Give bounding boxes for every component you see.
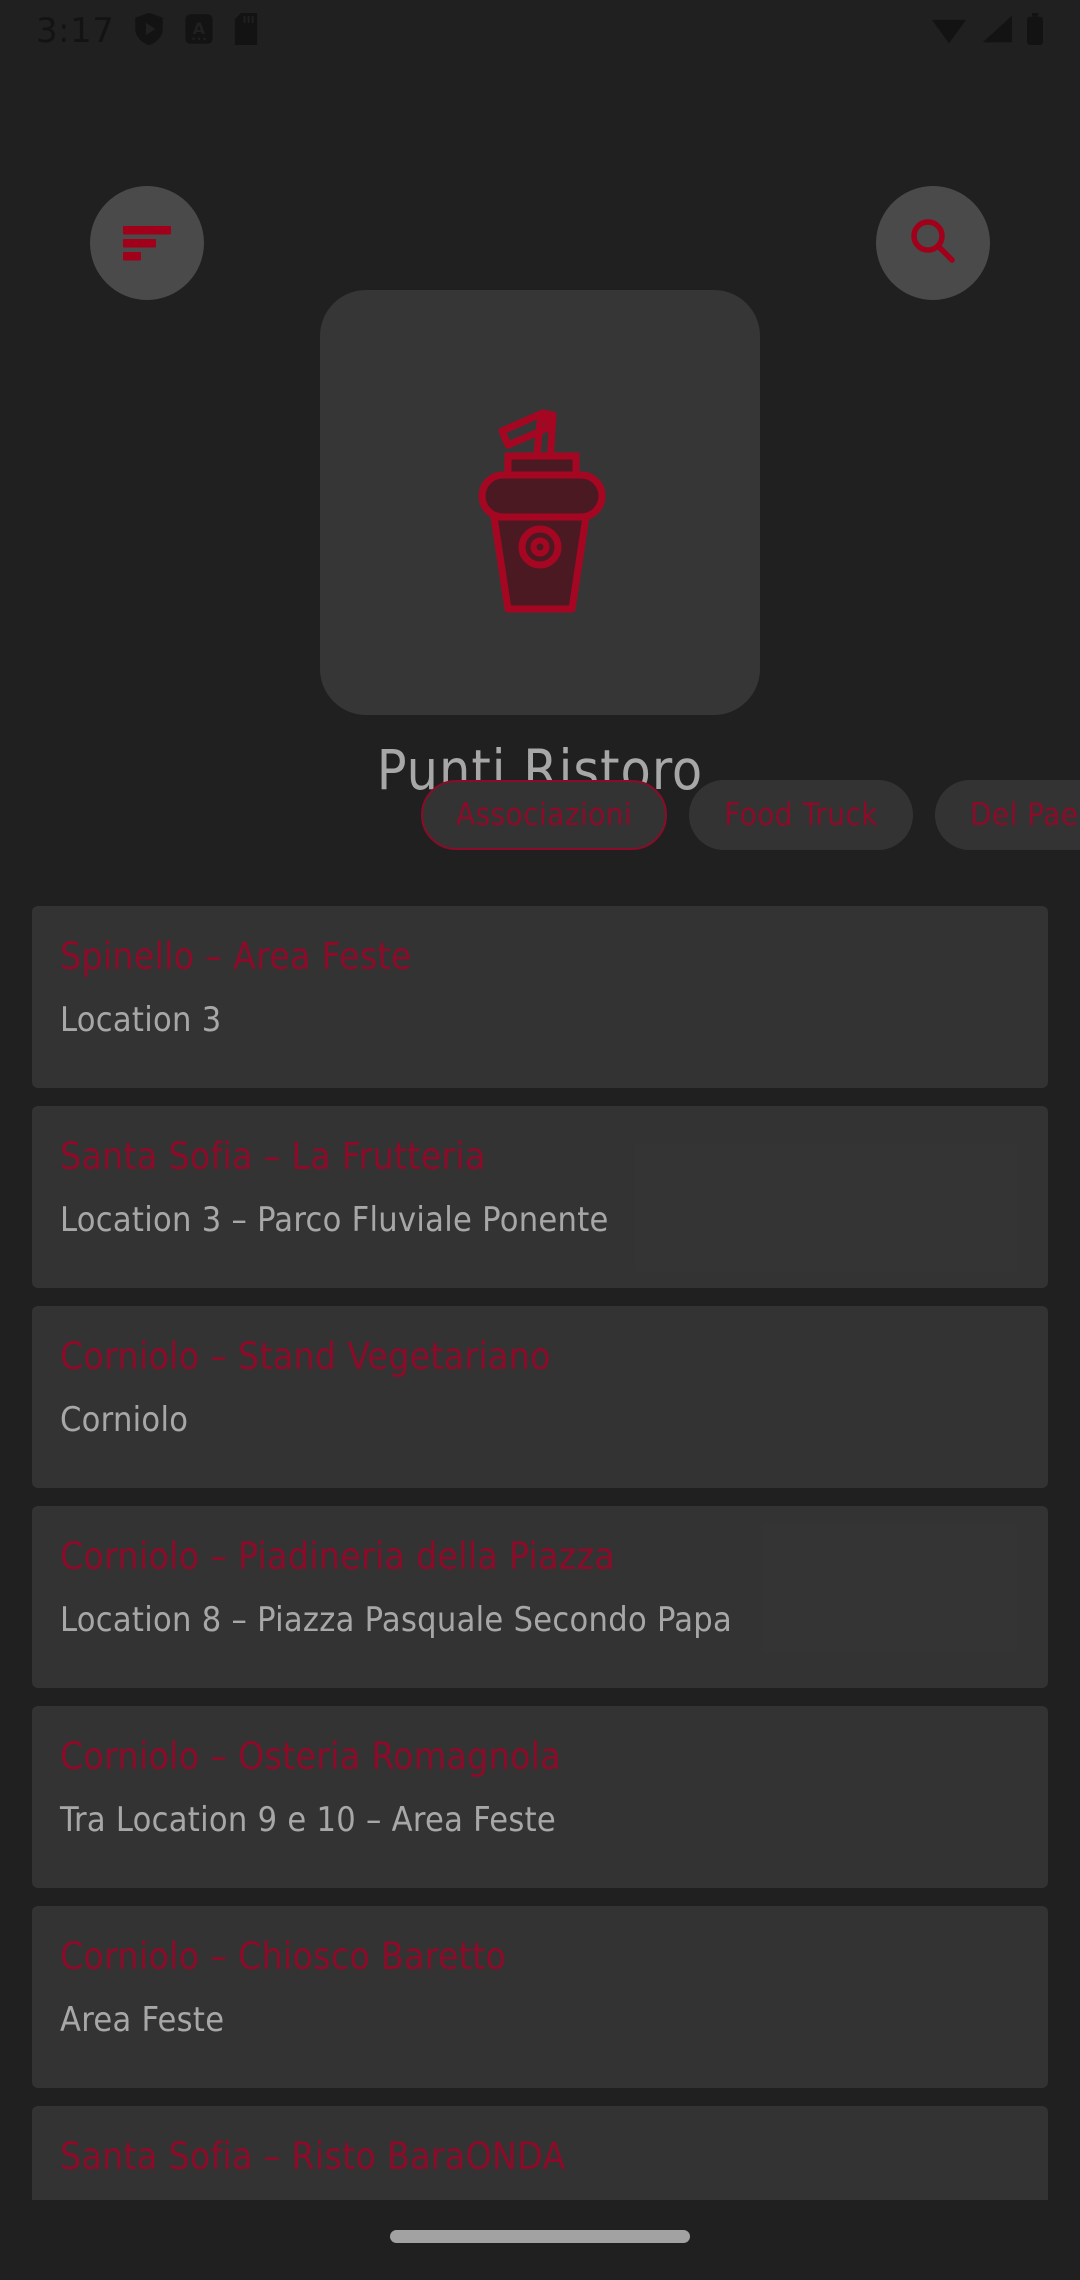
venue-name: Spinello – Area Feste <box>60 935 412 978</box>
venue-name: Santa Sofia – La Frutteria <box>60 1135 486 1178</box>
status-bar-clock: 3:17 <box>36 11 115 51</box>
venue-name: Corniolo – Stand Vegetariano <box>60 1335 551 1378</box>
category-chip-row[interactable]: Associazioni Food Truck Del Paese <box>0 779 1080 851</box>
svg-text:A: A <box>193 19 206 38</box>
status-bar: 3:17 A <box>0 0 1080 62</box>
cellular-signal-icon <box>980 14 1012 48</box>
venue-name: Corniolo – Osteria Romagnola <box>60 1735 561 1778</box>
venue-location: Area Feste <box>60 1999 225 2040</box>
battery-icon <box>1026 13 1044 49</box>
header-area: Punti Ristoro <box>0 62 1080 852</box>
wifi-icon <box>932 14 966 48</box>
venue-location: Location 3 – Parco Fluviale Ponente <box>60 1199 609 1240</box>
filter-button[interactable] <box>90 186 204 300</box>
venue-name: Corniolo – Chiosco Baretto <box>60 1935 507 1978</box>
list-item[interactable]: Corniolo – Chiosco Baretto Area Feste <box>32 1906 1048 2088</box>
drink-cup-icon <box>390 351 690 655</box>
list-item[interactable]: Corniolo – Osteria Romagnola Tra Locatio… <box>32 1706 1048 1888</box>
chip-del-paese[interactable]: Del Paese <box>934 780 1080 850</box>
venue-location: Corniolo <box>60 1399 189 1440</box>
venue-location: Tra Location 9 e 10 – Area Feste <box>60 1799 556 1840</box>
chip-associazioni[interactable]: Associazioni <box>421 780 668 850</box>
venue-name: Corniolo – Piadineria della Piazza <box>60 1535 616 1578</box>
venue-name: Santa Sofia – Risto BaraONDA <box>60 2135 566 2178</box>
list-item[interactable]: Spinello – Area Feste Location 3 <box>32 906 1048 1088</box>
venue-location: Location 3 <box>60 999 222 1040</box>
list-item[interactable]: Santa Sofia – La Frutteria Location 3 – … <box>32 1106 1048 1288</box>
list-item[interactable]: Santa Sofia – Risto BaraONDA <box>32 2106 1048 2200</box>
list-item[interactable]: Corniolo – Piadineria della Piazza Locat… <box>32 1506 1048 1688</box>
list-item[interactable]: Corniolo – Stand Vegetariano Corniolo <box>32 1306 1048 1488</box>
venue-list[interactable]: Spinello – Area Feste Location 3 Santa S… <box>0 906 1080 2200</box>
search-button[interactable] <box>876 186 990 300</box>
sd-card-icon <box>234 13 258 49</box>
font-a-icon: A <box>184 13 214 49</box>
status-bar-left: 3:17 A <box>36 11 258 51</box>
shield-play-icon <box>134 12 164 50</box>
home-indicator[interactable] <box>390 2230 690 2243</box>
app-screen: 3:17 A Punti Ristoro Associazioni Food T… <box>0 0 1080 2280</box>
filter-icon <box>121 221 173 265</box>
chip-food-truck[interactable]: Food Truck <box>689 780 913 850</box>
search-icon <box>906 214 960 272</box>
venue-location: Location 8 – Piazza Pasquale Secondo Pap… <box>60 1599 733 1640</box>
app-icon-tile <box>320 290 760 715</box>
status-bar-right <box>932 13 1044 49</box>
